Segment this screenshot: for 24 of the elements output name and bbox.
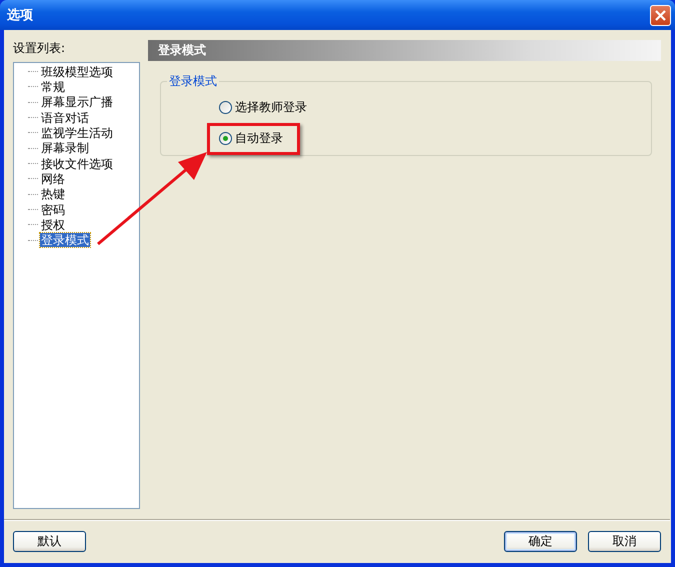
close-button[interactable] [650, 4, 671, 26]
close-icon [654, 8, 667, 22]
tree-item[interactable]: 热键 [40, 187, 66, 202]
tree-item[interactable]: 班级模型选项 [40, 64, 114, 79]
tree-item[interactable]: 监视学生活动 [40, 126, 114, 140]
window-title: 选项 [7, 7, 33, 24]
tree-item[interactable]: 接收文件选项 [40, 156, 114, 171]
tree-item[interactable]: 屏幕显示广播 [40, 95, 114, 110]
list-label: 设置列表: [13, 40, 66, 57]
tree-item[interactable]: 网络 [40, 172, 66, 186]
tree-item[interactable]: 授权 [40, 218, 66, 232]
tree-item[interactable]: 密码 [40, 202, 66, 217]
tree-item[interactable]: 屏幕录制 [40, 141, 90, 156]
tree-item[interactable]: 语音对话 [40, 110, 90, 125]
dialog-button[interactable]: 确定 [504, 531, 577, 552]
section-header: 登录模式 [148, 40, 661, 61]
tree-item[interactable]: 常规 [40, 80, 66, 94]
dialog-button[interactable]: 默认 [13, 531, 86, 552]
radio-option[interactable]: 自动登录 [219, 130, 283, 147]
tree-item[interactable]: 登录模式 [40, 233, 90, 248]
radio-option[interactable]: 选择教师登录 [219, 99, 307, 116]
radio-circle[interactable] [219, 101, 232, 114]
radio-circle[interactable] [219, 132, 232, 145]
dialog-button[interactable]: 取消 [588, 531, 661, 552]
